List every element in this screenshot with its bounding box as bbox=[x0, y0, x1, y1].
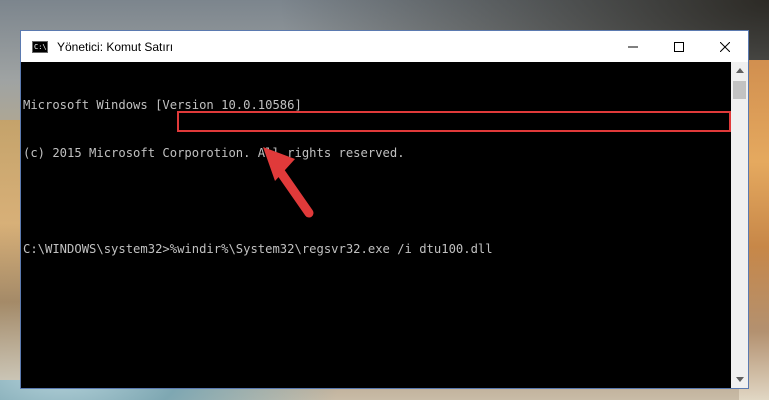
console-line-command: C:\WINDOWS\system32>%windir%\System32\re… bbox=[23, 242, 493, 256]
maximize-icon bbox=[674, 41, 684, 52]
window-controls bbox=[610, 31, 748, 62]
close-icon bbox=[720, 41, 730, 52]
vertical-scrollbar[interactable] bbox=[731, 62, 748, 388]
scroll-down-button[interactable] bbox=[731, 371, 748, 388]
minimize-icon bbox=[628, 46, 638, 47]
maximize-button[interactable] bbox=[656, 31, 702, 62]
command-prompt-window: C:\ Yönetici: Komut Satırı Microsoft Win… bbox=[20, 30, 749, 389]
chevron-down-icon bbox=[735, 377, 744, 382]
command-highlight-box bbox=[177, 111, 731, 132]
pointer-arrow-icon bbox=[263, 147, 314, 218]
minimize-button[interactable] bbox=[610, 31, 656, 62]
chevron-up-icon bbox=[735, 68, 744, 73]
scroll-up-button[interactable] bbox=[731, 62, 748, 79]
window-title: Yönetici: Komut Satırı bbox=[57, 39, 174, 54]
close-button[interactable] bbox=[702, 31, 748, 62]
title-bar[interactable]: C:\ Yönetici: Komut Satırı bbox=[21, 31, 748, 62]
console-line-copyright: (c) 2015 Microsoft Corporotion. All righ… bbox=[23, 146, 405, 160]
scroll-thumb[interactable] bbox=[733, 81, 746, 99]
cmd-icon: C:\ bbox=[32, 40, 48, 53]
